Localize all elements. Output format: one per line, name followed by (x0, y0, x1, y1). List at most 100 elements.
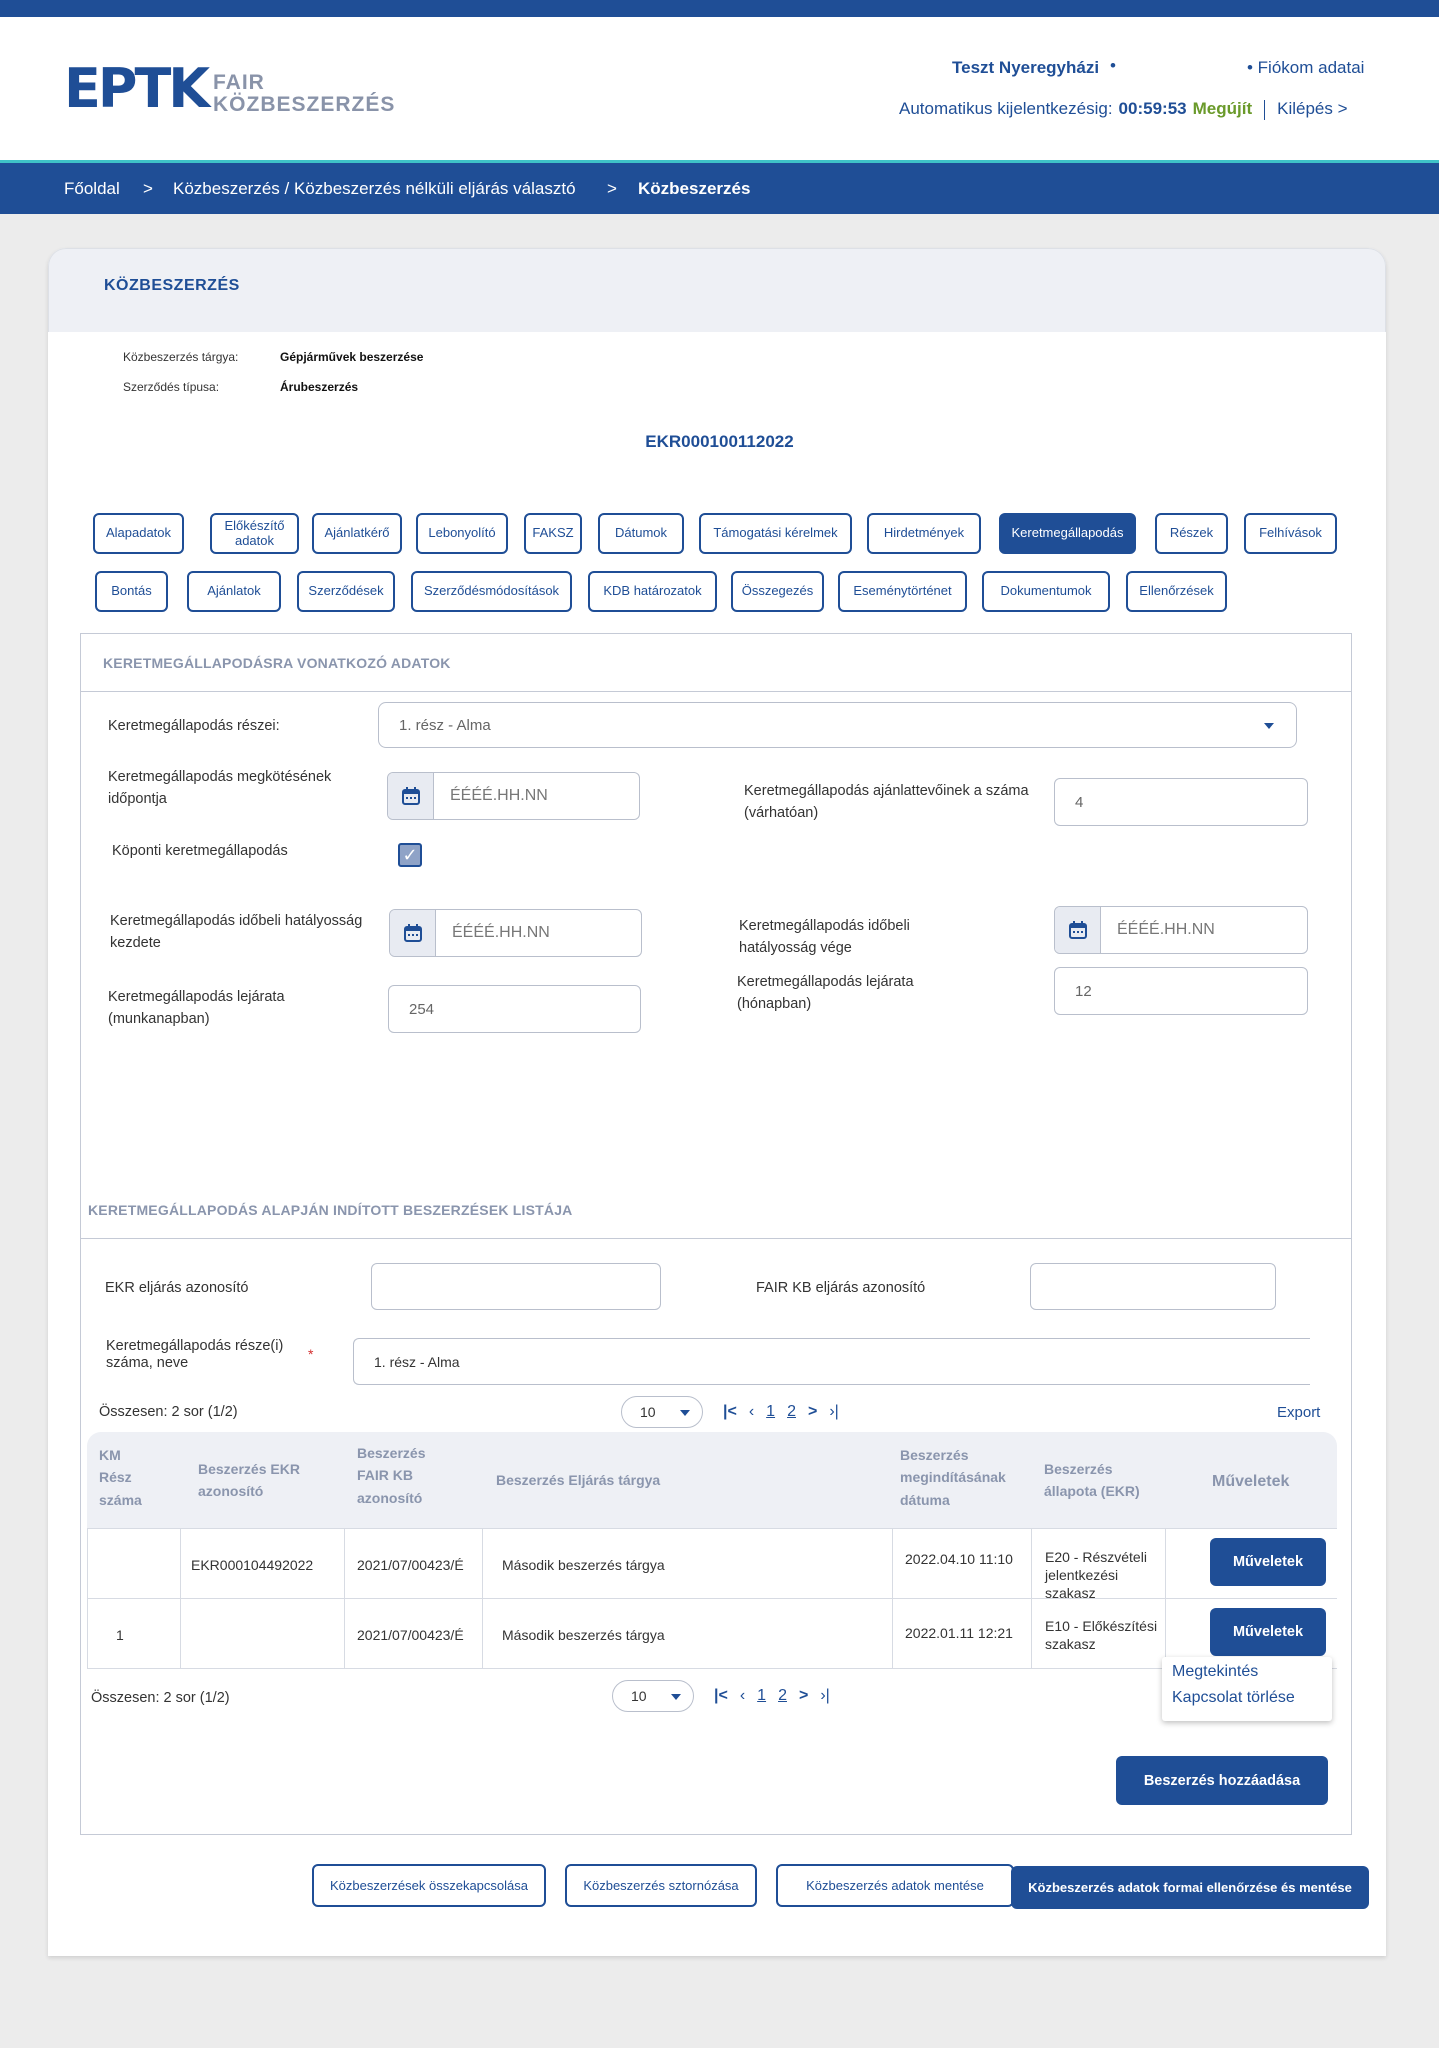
expiry-days-label: Keretmegállapodás lejárata (munkanapban) (108, 989, 285, 1028)
parts-select[interactable]: 1. rész - Alma (378, 702, 1297, 748)
tab-elokeszito-adatok[interactable]: Előkészítő adatok (210, 513, 299, 554)
calendar-icon[interactable] (390, 910, 436, 956)
card-header (48, 248, 1386, 332)
cell-date: 2022.01.11 12:21 (905, 1625, 1013, 1641)
column-header: Beszerzés állapota (EKR) (1044, 1461, 1140, 1500)
page-size-select[interactable]: 10 (612, 1680, 694, 1712)
column-header: Beszerzés Eljárás tárgya (496, 1472, 661, 1488)
tab-bontas[interactable]: Bontás (95, 571, 168, 612)
breadcrumb-current: Közbeszerzés (638, 179, 751, 198)
tab-esemenytortenet[interactable]: Eseménytörténet (838, 571, 967, 612)
central-checkbox[interactable]: ✓ (398, 843, 422, 867)
renew-link[interactable]: Megújít (1193, 99, 1253, 118)
actions-button[interactable]: Műveletek (1210, 1608, 1326, 1656)
page-link-2[interactable]: 2 (778, 1687, 787, 1705)
prev-page-icon[interactable]: ‹ (749, 1403, 754, 1421)
framework-section-title: KERETMEGÁLLAPODÁSRA VONATKOZÓ ADATOK (103, 655, 451, 671)
parts-label: Keretmegállapodás részei: (108, 718, 280, 734)
page-link-1[interactable]: 1 (766, 1403, 775, 1421)
calendar-icon[interactable] (388, 773, 434, 819)
required-mark: * (308, 1346, 314, 1362)
validate-and-save-button[interactable]: Közbeszerzés adatok formai ellenőrzése é… (1011, 1866, 1369, 1909)
first-page-icon[interactable]: |< (723, 1403, 737, 1421)
validity-start-field[interactable]: ÉÉÉÉ.HH.NN (389, 909, 642, 957)
user-name: Teszt Nyeregyházi (952, 58, 1100, 77)
divider (81, 1238, 1351, 1239)
date-placeholder: ÉÉÉÉ.HH.NN (1117, 921, 1215, 938)
tab-tamogatasi-kerelmek[interactable]: Támogatási kérelmek (699, 513, 852, 554)
tab-lebonyolito[interactable]: Lebonyolító (416, 513, 508, 554)
chevron-down-icon (1264, 723, 1274, 729)
tab-hirdetmenyek[interactable]: Hirdetmények (867, 513, 981, 554)
tab-osszegezes[interactable]: Összegezés (731, 571, 824, 612)
logout-row: Automatikus kijelentkezésig: 00:59:53 Megú… (899, 99, 1348, 120)
user-dot: • (1110, 56, 1116, 75)
tab-alapadatok[interactable]: Alapadatok (93, 513, 184, 554)
validity-start-label: Keretmegállapodás időbeli hatályosság ke… (110, 913, 363, 952)
check-icon: ✓ (402, 845, 418, 865)
cell-date: 2022.04.10 11:10 (905, 1551, 1013, 1567)
logout-link[interactable]: Kilépés > (1277, 99, 1347, 118)
column-header: Beszerzés megindításának dátuma (900, 1447, 1006, 1508)
conclusion-date-field[interactable]: ÉÉÉÉ.HH.NN (387, 772, 640, 820)
last-page-icon[interactable]: ›| (829, 1403, 838, 1421)
menu-item-view[interactable]: Megtekintés (1172, 1663, 1258, 1681)
first-page-icon[interactable]: |< (714, 1687, 728, 1705)
save-procurement-button[interactable]: Közbeszerzés adatok mentése (776, 1864, 1014, 1907)
logo-mark[interactable]: EPTK (64, 62, 210, 116)
last-page-icon[interactable]: ›| (820, 1687, 829, 1705)
subject-label: Közbeszerzés tárgya: (123, 350, 239, 364)
ekr-filter-input[interactable] (371, 1263, 661, 1310)
tab-dokumentumok[interactable]: Dokumentumok (982, 571, 1110, 612)
expiry-days-input[interactable]: 254 (388, 985, 641, 1033)
tab-ajanlatok[interactable]: Ajánlatok (187, 571, 281, 612)
divider (81, 691, 1351, 692)
account-link[interactable]: • Fiókom adatai (1247, 58, 1364, 78)
parts-filter-input[interactable]: 1. rész - Alma (353, 1338, 1310, 1385)
tab-kdb-hatarozatok[interactable]: KDB határozatok (588, 571, 717, 612)
tab-szerzodesek[interactable]: Szerződések (297, 571, 395, 612)
actions-button[interactable]: Műveletek (1210, 1538, 1326, 1586)
bidders-input[interactable]: 4 (1054, 778, 1308, 826)
link-procurements-button[interactable]: Közbeszerzések összekapcsolása (312, 1864, 546, 1907)
tab-reszek[interactable]: Részek (1155, 513, 1228, 554)
breadcrumb-separator: > (143, 179, 153, 198)
tab-ajanlatkero[interactable]: Ajánlatkérő (312, 513, 402, 554)
cancel-procurement-button[interactable]: Közbeszerzés sztornózása (565, 1864, 757, 1907)
page-size-select[interactable]: 10 (621, 1396, 703, 1428)
column-header: KM Rész száma (99, 1447, 142, 1508)
validity-end-label: Keretmegállapodás időbeli hatályosság vé… (739, 918, 910, 957)
tab-keretmegallapodas[interactable]: Keretmegállapodás (999, 513, 1136, 554)
page-link-2[interactable]: 2 (787, 1403, 796, 1421)
conclusion-date-label: Keretmegállapodás megkötésének időpontja (108, 769, 332, 808)
cell-subject: Második beszerzés tárgya (502, 1557, 665, 1573)
bidders-label: Keretmegállapodás ajánlattevőinek a szám… (744, 783, 1029, 822)
breadcrumb-home[interactable]: Főoldal (64, 179, 120, 199)
calendar-icon[interactable] (1055, 907, 1101, 953)
tab-faksz[interactable]: FAKSZ (524, 513, 582, 554)
expiry-months-input[interactable]: 12 (1054, 967, 1308, 1015)
cell-status: E20 - Részvételi jelentkezési szakasz (1045, 1549, 1147, 1602)
tab-ellenorzesek[interactable]: Ellenőrzések (1126, 571, 1227, 612)
breadcrumb-selector[interactable]: Közbeszerzés / Közbeszerzés nélküli eljá… (173, 179, 576, 199)
breadcrumb: Főoldal > Közbeszerzés / Közbeszerzés né… (0, 163, 1439, 214)
logo-line-1: FAIR (213, 71, 265, 94)
page-link-1[interactable]: 1 (757, 1687, 766, 1705)
total-count: Összesen: 2 sor (1/2) (99, 1404, 238, 1420)
parts-filter-label: Keretmegállapodás része(i) száma, neve (106, 1338, 284, 1372)
tab-szerzodesmodositasok[interactable]: Szerződésmódosítások (411, 571, 572, 612)
logo-line-2: KÖZBESZERZÉS (213, 93, 396, 117)
export-link[interactable]: Export (1277, 1404, 1320, 1421)
tab-datumok[interactable]: Dátumok (598, 513, 684, 554)
cell-subject: Második beszerzés tárgya (502, 1627, 665, 1643)
next-page-icon[interactable]: > (808, 1403, 817, 1421)
tab-felhivasok[interactable]: Felhívások (1244, 513, 1337, 554)
add-procurement-button[interactable]: Beszerzés hozzáadása (1116, 1756, 1328, 1805)
prev-page-icon[interactable]: ‹ (740, 1687, 745, 1705)
next-page-icon[interactable]: > (799, 1687, 808, 1705)
card-title: KÖZBESZERZÉS (104, 277, 240, 294)
fair-filter-input[interactable] (1030, 1263, 1276, 1310)
menu-item-unlink[interactable]: Kapcsolat törlése (1172, 1689, 1295, 1707)
validity-end-field[interactable]: ÉÉÉÉ.HH.NN (1054, 906, 1308, 954)
subject-value: Gépjárművek beszerzése (280, 350, 424, 364)
